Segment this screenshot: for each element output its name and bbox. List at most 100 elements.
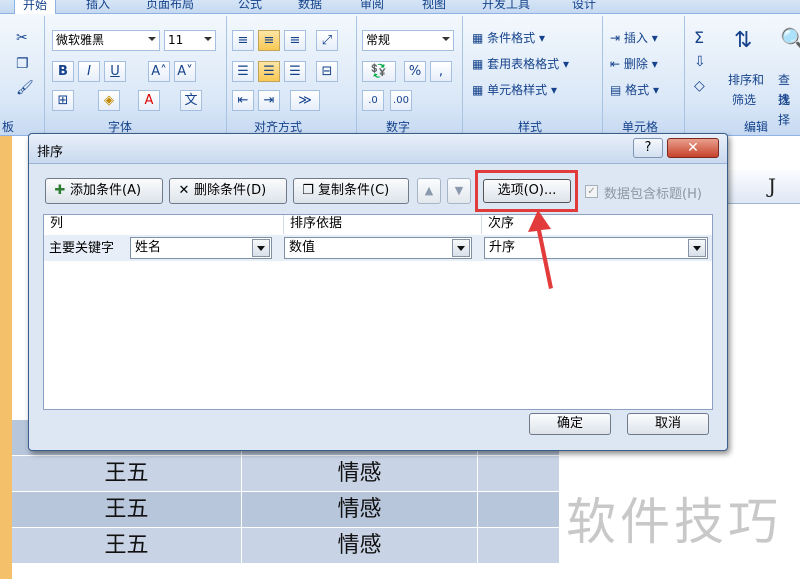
table-cell[interactable] (478, 492, 560, 528)
column-header-sort-on: 排序依据 (284, 215, 482, 234)
percent-icon[interactable]: % (404, 61, 426, 82)
table-cell-category[interactable]: 情感 (242, 492, 478, 528)
move-down-button[interactable]: ▼ (447, 178, 471, 204)
insert-cells-button[interactable]: ⇥ 插入 ▾ (610, 28, 658, 49)
border-icon[interactable]: ⊞ (52, 90, 74, 111)
font-name-combo[interactable]: 微软雅黑 (52, 30, 160, 51)
chevron-down-icon (442, 37, 450, 41)
italic-button[interactable]: I (78, 61, 100, 82)
chevron-down-icon[interactable] (688, 239, 706, 257)
delete-icon: ✕ (178, 183, 190, 198)
comma-icon[interactable]: , (430, 61, 452, 82)
copy-icon[interactable]: ❐ (16, 56, 29, 72)
dialog-titlebar[interactable]: 排序 ? ✕ (29, 134, 727, 164)
table-cell-name[interactable]: 王五 (12, 456, 242, 492)
increase-decimal-icon[interactable]: .0 (362, 90, 384, 111)
has-header-checkbox[interactable]: ✓ (585, 185, 598, 198)
tab-data[interactable]: 数据 (298, 0, 322, 14)
help-button[interactable]: ? (633, 138, 663, 158)
sort-column-select[interactable]: 姓名 (130, 237, 272, 259)
number-format-combo[interactable]: 常规 (362, 30, 454, 51)
tab-page-layout[interactable]: 页面布局 (146, 0, 194, 14)
find-label[interactable]: 查找 (778, 70, 800, 107)
increase-indent-icon[interactable]: ⇥ (258, 90, 280, 111)
shrink-font-button[interactable]: A˅ (174, 61, 196, 82)
cell-styles-button[interactable]: ▦ 单元格样式 ▾ (472, 80, 557, 101)
table-cell-category[interactable]: 情感 (242, 456, 478, 492)
autosum-icon[interactable]: Σ (694, 28, 704, 47)
add-condition-button[interactable]: ✚ 添加条件(A) (45, 178, 163, 204)
close-button[interactable]: ✕ (667, 138, 719, 158)
tab-developer[interactable]: 开发工具 (482, 0, 530, 14)
cancel-button[interactable]: 取消 (627, 413, 709, 435)
font-size-combo[interactable]: 11 (164, 30, 216, 51)
column-header-j[interactable]: J (722, 170, 800, 204)
format-cells-button[interactable]: ▤ 格式 ▾ (610, 80, 659, 101)
dialog-title: 排序 (37, 145, 64, 160)
fill-color-icon[interactable]: ◈ (98, 90, 120, 111)
currency-icon[interactable]: 💱 (362, 61, 396, 82)
delete-condition-button[interactable]: ✕ 删除条件(D) (169, 178, 287, 204)
sort-filter-label[interactable]: 排序和 (728, 70, 764, 91)
delete-cells-button[interactable]: ⇤ 删除 ▾ (610, 54, 658, 75)
ok-button[interactable]: 确定 (529, 413, 611, 435)
format-painter-icon[interactable]: 🖌 (16, 80, 34, 96)
merge-center-icon[interactable]: ⊟ (316, 61, 338, 82)
table-format-button[interactable]: ▦ 套用表格格式 ▾ (472, 54, 569, 75)
table-cell-name[interactable]: 王五 (12, 528, 242, 564)
align-right-icon[interactable]: ☰ (284, 61, 306, 82)
chevron-down-icon[interactable] (452, 239, 470, 257)
table-cell-category[interactable]: 情感 (242, 528, 478, 564)
group-label-clipboard: 板 (2, 120, 15, 134)
table-cell[interactable] (478, 456, 560, 492)
sort-levels-list: 列 排序依据 次序 主要关键字 姓名 数值 升序 (43, 214, 713, 410)
cut-icon[interactable]: ✂ (16, 30, 28, 46)
table-cell-name[interactable]: 王五 (12, 492, 242, 528)
fill-icon[interactable]: ⇩ (694, 54, 706, 70)
underline-button[interactable]: U (104, 61, 126, 82)
tab-insert[interactable]: 插入 (86, 0, 110, 14)
copy-icon: ❐ (302, 183, 314, 198)
ribbon: ✂ ❐ 🖌 微软雅黑 11 B I U A˄ A˅ ⊞ ◈ A 文 字体 板 ≡… (0, 14, 800, 136)
orientation-icon[interactable]: ⤢ (316, 30, 338, 51)
conditional-format-button[interactable]: ▦ 条件格式 ▾ (472, 28, 545, 49)
watermark-text: 软件技巧 (566, 493, 782, 551)
tab-review[interactable]: 审阅 (360, 0, 384, 14)
has-header-label: 数据包含标题(H) (604, 187, 702, 202)
find-select-icon[interactable]: 🔍 (780, 28, 800, 53)
tab-design[interactable]: 设计 (572, 0, 596, 14)
text-direction-icon[interactable]: ≫ (290, 90, 320, 111)
decrease-decimal-icon[interactable]: .00 (390, 90, 412, 111)
add-icon: ✚ (54, 183, 66, 198)
align-center-icon[interactable]: ☰ (258, 61, 280, 82)
sort-dialog: 排序 ? ✕ ✚ 添加条件(A) ✕ 删除条件(D) ❐ 复制条件(C) ▲ ▼ 选项… (28, 133, 728, 451)
align-top-icon[interactable]: ≡ (232, 30, 254, 51)
find-label-2[interactable]: 选择 (778, 90, 800, 127)
copy-condition-button[interactable]: ❐ 复制条件(C) (293, 178, 409, 204)
bold-button[interactable]: B (52, 61, 74, 82)
table-cell[interactable] (478, 528, 560, 564)
tab-formulas[interactable]: 公式 (238, 0, 262, 14)
column-header-column: 列 (44, 215, 284, 234)
red-highlight-box (475, 170, 578, 212)
grow-font-button[interactable]: A˄ (148, 61, 170, 82)
align-bottom-icon[interactable]: ≡ (284, 30, 306, 51)
sort-filter-icon[interactable]: ⇅ (734, 28, 752, 53)
align-left-icon[interactable]: ☰ (232, 61, 254, 82)
move-up-button[interactable]: ▲ (417, 178, 441, 204)
arrow-up-icon: ▲ (424, 184, 434, 197)
column-header-order: 次序 (488, 216, 515, 231)
tab-home[interactable]: 开始 (14, 0, 57, 14)
tab-view[interactable]: 视图 (422, 0, 446, 14)
sort-filter-label-2[interactable]: 筛选 (732, 90, 756, 111)
phonetic-icon[interactable]: 文 (180, 90, 202, 111)
row-header-strip (0, 136, 12, 579)
order-select[interactable]: 升序 (484, 237, 708, 259)
clear-icon[interactable]: ◇ (694, 78, 705, 94)
chevron-down-icon[interactable] (252, 239, 270, 257)
font-color-icon[interactable]: A (138, 90, 160, 111)
align-middle-icon[interactable]: ≡ (258, 30, 280, 51)
decrease-indent-icon[interactable]: ⇤ (232, 90, 254, 111)
sort-on-select[interactable]: 数值 (284, 237, 472, 259)
arrow-down-icon: ▼ (454, 184, 464, 197)
